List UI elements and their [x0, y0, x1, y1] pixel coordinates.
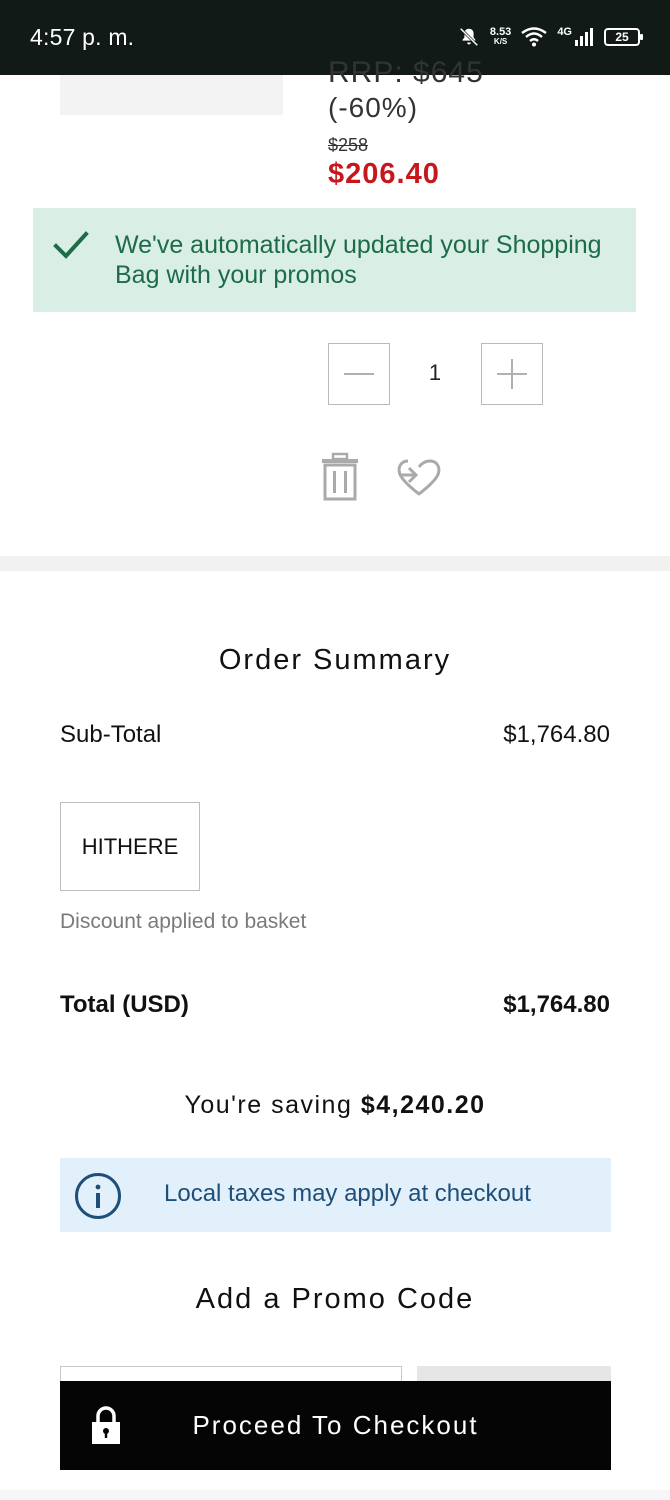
subtotal-label: Sub-Total: [60, 721, 162, 748]
sale-price: $206.40: [328, 158, 440, 190]
lock-icon: [92, 1406, 120, 1444]
order-summary-title: Order Summary: [218, 644, 452, 676]
status-icons: 8.53 K/S 4G 25: [458, 22, 643, 52]
network-speed-unit: K/S: [493, 37, 508, 46]
discount-percentage: (-60%): [328, 92, 419, 123]
mute-notifications-icon: [459, 27, 479, 47]
savings-prefix: You're saving: [184, 1091, 353, 1119]
original-price: $258: [328, 135, 369, 155]
applied-promo-code: HITHERE: [81, 833, 179, 859]
move-to-wishlist-heart-icon[interactable]: [396, 453, 442, 499]
discount-applied-note: Discount applied to basket: [60, 910, 307, 933]
add-promo-code-title: Add a Promo Code: [195, 1283, 475, 1315]
decrease-quantity-button[interactable]: [328, 343, 390, 405]
total-value: $1,764.80: [503, 991, 610, 1018]
info-icon: [75, 1173, 121, 1219]
tax-notice-text: Local taxes may apply at checkout: [164, 1180, 531, 1207]
checkmark-icon: [53, 231, 89, 259]
minus-icon: [344, 373, 374, 375]
proceed-to-checkout-button[interactable]: Proceed To Checkout: [60, 1381, 611, 1470]
increase-quantity-button[interactable]: [481, 343, 543, 405]
subtotal-value: $1,764.80: [503, 721, 610, 748]
trash-icon[interactable]: [320, 452, 360, 502]
plus-icon: [497, 359, 527, 389]
savings-amount: $4,240.20: [360, 1091, 486, 1119]
bottom-edge: [0, 1490, 670, 1500]
applied-promo-code-chip[interactable]: HITHERE: [60, 802, 200, 891]
signal-icon: [575, 28, 593, 46]
wifi-icon: [521, 27, 548, 47]
product-image[interactable]: [60, 75, 283, 115]
status-time: 4:57 p. m.: [30, 24, 135, 50]
checkout-label: Proceed To Checkout: [192, 1410, 479, 1440]
toast-message: We've automatically updated your Shoppin…: [115, 231, 602, 289]
total-label: Total (USD): [60, 991, 189, 1018]
promo-updated-toast: We've automatically updated your Shoppin…: [33, 208, 636, 312]
network-speed: 8.53 K/S: [490, 27, 511, 47]
tax-notice-banner: Local taxes may apply at checkout: [60, 1158, 611, 1232]
network-speed-value: 8.53: [489, 26, 512, 38]
battery-icon: 25: [604, 28, 643, 46]
network-type: 4G: [557, 26, 572, 38]
savings-line: You're saving $4,240.20: [0, 1091, 670, 1120]
rrp-price: RRP: $645: [328, 56, 484, 89]
section-divider: [0, 556, 670, 571]
quantity-value: 1: [428, 360, 442, 385]
